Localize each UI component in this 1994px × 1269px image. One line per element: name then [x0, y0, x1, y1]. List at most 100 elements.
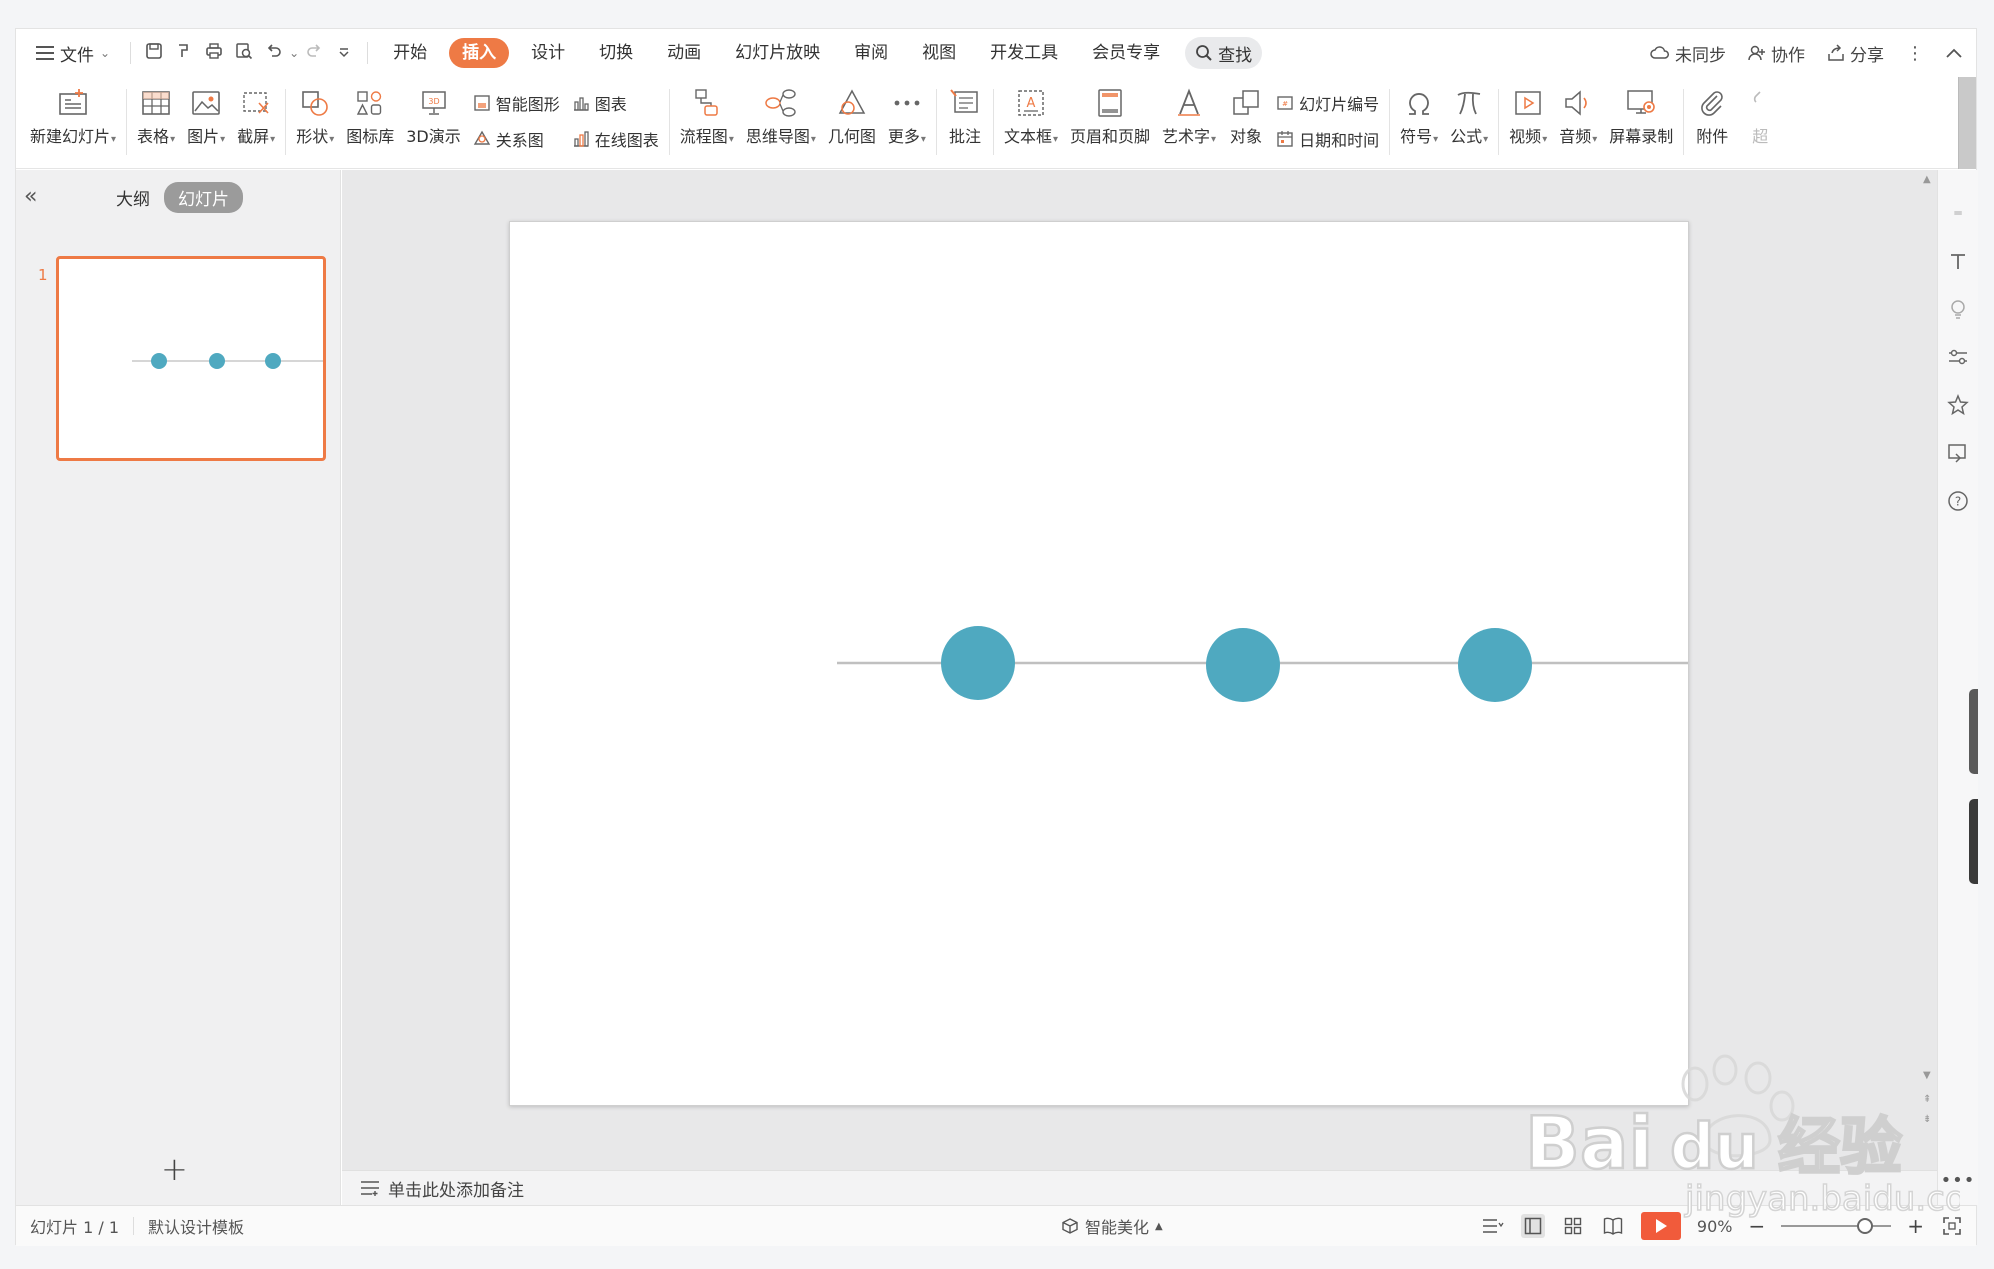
redo-icon[interactable]	[299, 42, 329, 65]
format-painter-icon[interactable]	[169, 42, 199, 65]
picture-button[interactable]: 图片▾	[181, 77, 231, 169]
vertical-scrollbar[interactable]: ▲ ▼ ⇞ ⇟	[1919, 170, 1937, 1170]
formula-button[interactable]: 公式▾	[1444, 77, 1494, 169]
help-icon[interactable]: ?	[1945, 488, 1971, 514]
save-icon[interactable]	[139, 42, 169, 65]
notes-placeholder: 单击此处添加备注	[388, 1180, 524, 1201]
sliders-icon[interactable]	[1945, 344, 1971, 370]
template-name[interactable]: 默认设计模板	[148, 1214, 258, 1238]
tab-slides[interactable]: 幻灯片	[164, 182, 243, 213]
video-label: 视频	[1509, 127, 1542, 146]
tab-review[interactable]: 审阅	[837, 38, 905, 68]
slide-number-button[interactable]: # 幻灯片编号	[1276, 91, 1379, 115]
screenshot-button[interactable]: 截屏▾	[231, 77, 281, 169]
collaborate-button[interactable]: 协作	[1748, 41, 1805, 66]
omega-icon	[1401, 85, 1437, 121]
customize-toolbar-icon[interactable]	[329, 43, 359, 64]
file-menu[interactable]: 文件 ⌄	[16, 29, 122, 77]
undo-icon[interactable]	[259, 42, 289, 65]
divider	[935, 89, 937, 155]
text-format-icon[interactable]	[1945, 248, 1971, 274]
divider	[1683, 89, 1685, 155]
3d-icon: 3D	[416, 85, 452, 121]
chart-button[interactable]: 图表	[572, 91, 659, 115]
smart-art-button[interactable]: 智能图形	[473, 91, 560, 115]
drag-handle-icon[interactable]: ═	[1945, 200, 1971, 226]
side-handle[interactable]	[1969, 799, 1978, 884]
tab-animation[interactable]: 动画	[650, 38, 718, 68]
flowchart-label: 流程图	[679, 127, 728, 146]
slide-editor[interactable]	[509, 221, 1689, 1106]
tab-slideshow[interactable]: 幻灯片放映	[718, 38, 837, 68]
sync-status-label: 未同步	[1675, 45, 1726, 66]
print-preview-icon[interactable]	[229, 42, 259, 65]
tab-member[interactable]: 会员专享	[1075, 38, 1177, 68]
flowchart-button[interactable]: 流程图▾	[674, 77, 740, 169]
ribbon-scroll-right[interactable]	[1958, 77, 1976, 169]
tab-view[interactable]: 视图	[905, 38, 973, 68]
side-handle[interactable]	[1969, 689, 1978, 774]
slide-thumbnail-graphic	[132, 353, 323, 369]
shape-label: 形状	[296, 127, 329, 146]
search-icon	[1196, 45, 1212, 61]
tab-home[interactable]: 开始	[376, 38, 444, 68]
table-button[interactable]: 表格▾	[131, 77, 181, 169]
slide-thumbnail[interactable]	[56, 256, 326, 461]
more-options-icon[interactable]: ⋮	[1906, 43, 1924, 64]
search-label: 查找	[1218, 45, 1253, 66]
undo-dropdown-icon[interactable]: ⌄	[289, 46, 299, 60]
collapse-panel-icon[interactable]: «	[24, 184, 37, 209]
zoom-slider[interactable]	[1781, 1218, 1892, 1234]
mindmap-button[interactable]: 思维导图▾	[740, 77, 822, 169]
tab-design[interactable]: 设计	[514, 38, 582, 68]
audio-button[interactable]: 音频▾	[1553, 77, 1603, 169]
dropdown-arrow-icon: ▾	[170, 134, 176, 145]
cube-icon	[1062, 1218, 1078, 1234]
more-button[interactable]: 更多▾	[882, 77, 932, 169]
wordart-button[interactable]: 艺术字▾	[1156, 77, 1222, 169]
dropdown-arrow-icon: ▾	[1433, 134, 1439, 145]
shape-button[interactable]: 形状▾	[290, 77, 340, 169]
star-icon[interactable]	[1945, 392, 1971, 418]
hyperlink-button[interactable]: 超	[1736, 77, 1784, 169]
wordart-label: 艺术字	[1162, 127, 1211, 146]
relation-chart-button[interactable]: 关系图	[473, 127, 560, 151]
new-slide-button[interactable]: 新建幻灯片▾	[24, 77, 122, 169]
share-button[interactable]: 分享	[1827, 41, 1884, 66]
dropdown-arrow-icon: ▾	[1052, 134, 1058, 145]
geometry-button[interactable]: 几何图	[822, 77, 882, 169]
slide-switch-icon[interactable]	[1945, 440, 1971, 466]
header-footer-button[interactable]: 页眉和页脚	[1064, 77, 1156, 169]
attachment-button[interactable]: 附件	[1688, 77, 1736, 169]
smart-beautify-button[interactable]: 智能美化 ▲	[1061, 1214, 1163, 1238]
scroll-up-icon[interactable]: ▲	[1923, 174, 1931, 185]
print-icon[interactable]	[199, 42, 229, 65]
notes-icon	[361, 1181, 379, 1196]
icon-library-button[interactable]: 图标库	[340, 77, 400, 169]
tab-outline[interactable]: 大纲	[116, 185, 150, 210]
search-button[interactable]: 查找	[1185, 37, 1263, 69]
collapse-ribbon-icon[interactable]	[1946, 43, 1962, 63]
smart-art-label: 智能图形	[495, 95, 560, 114]
object-button[interactable]: 对象	[1222, 77, 1270, 169]
symbol-button[interactable]: 符号▾	[1394, 77, 1444, 169]
dropdown-arrow-icon: ▾	[1211, 134, 1217, 145]
tab-transition[interactable]: 切换	[582, 38, 650, 68]
3d-demo-button[interactable]: 3D 3D演示	[400, 77, 467, 169]
tab-developer[interactable]: 开发工具	[973, 38, 1075, 68]
lightbulb-icon[interactable]	[1945, 296, 1971, 322]
zoom-slider-knob[interactable]	[1857, 1218, 1874, 1234]
video-button[interactable]: 视频▾	[1503, 77, 1553, 169]
screen-record-button[interactable]: 屏幕录制	[1603, 77, 1679, 169]
divider	[1389, 89, 1391, 155]
comment-button[interactable]: 批注	[941, 77, 989, 169]
add-slide-button[interactable]: +	[161, 1150, 188, 1188]
date-time-button[interactable]: 日期和时间	[1276, 127, 1379, 151]
online-chart-button[interactable]: 在线图表	[572, 127, 659, 151]
textbox-button[interactable]: A 文本框▾	[998, 77, 1064, 169]
chart-label: 图表	[594, 95, 627, 114]
date-time-label: 日期和时间	[1299, 131, 1380, 150]
tab-insert[interactable]: 插入	[449, 38, 510, 68]
notes-toggle-icon[interactable]	[1481, 1214, 1505, 1238]
sync-status-button[interactable]: 未同步	[1650, 41, 1726, 66]
